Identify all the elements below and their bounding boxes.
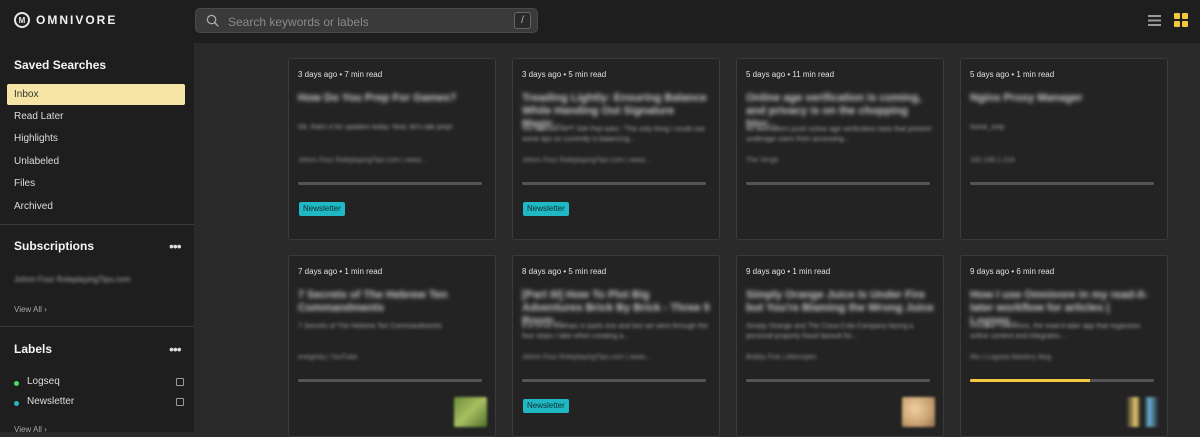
label-chip-newsletter[interactable]: Newsletter xyxy=(523,202,569,216)
sidebar-item-inbox[interactable]: Inbox xyxy=(7,84,185,105)
article-card[interactable]: 8 days ago • 5 min read [Part III] How To… xyxy=(512,255,720,437)
reading-progress-bar xyxy=(298,379,482,382)
card-meta: 3 days ago • 7 min read xyxy=(298,70,383,79)
label-checkbox[interactable] xyxy=(176,378,184,386)
top-bar: M OMNIVORE / xyxy=(0,0,1200,43)
card-author: Johnn Four RoleplayingTips.com | www... xyxy=(298,157,427,164)
card-description: Era Druid Mathias in parts one and two w… xyxy=(522,323,708,340)
card-title[interactable]: How Do You Prep For Games? xyxy=(298,92,486,105)
article-card[interactable]: 9 days ago • 6 min read How I use Omnivor… xyxy=(960,255,1168,437)
reading-progress-bar xyxy=(970,182,1154,185)
omnivore-logo-icon: M xyxy=(14,12,30,28)
label-item-logseq[interactable]: Logseq xyxy=(14,376,184,390)
reading-progress-bar xyxy=(746,379,930,382)
article-card[interactable]: 3 days ago • 7 min read How Do You Prep F… xyxy=(288,58,496,240)
article-card[interactable]: 7 days ago • 1 min read 7 Secrets of The … xyxy=(288,255,496,437)
card-description: Ok, that's it for updates today. Now, le… xyxy=(298,124,453,131)
card-author: The Verge xyxy=(746,157,779,164)
subscriptions-view-all-link[interactable]: View All › xyxy=(14,305,47,314)
saved-searches-title: Saved Searches xyxy=(14,58,107,72)
card-description: Stu Mathios RPT GM Pad asks: "The only t… xyxy=(522,126,705,143)
card-meta: 5 days ago • 1 min read xyxy=(970,70,1055,79)
card-description: 7 Secrets of The Hebrew Ten Commandments xyxy=(298,323,442,330)
sidebar-divider xyxy=(0,224,194,225)
card-author: exegetiq | YouTube xyxy=(298,354,358,361)
sidebar-item-unlabeled[interactable]: Unlabeled xyxy=(7,151,185,172)
card-meta: 3 days ago • 5 min read xyxy=(522,70,607,79)
list-view-icon[interactable] xyxy=(1148,14,1161,27)
sidebar-item-highlights[interactable]: Highlights xyxy=(7,128,185,149)
label-checkbox[interactable] xyxy=(176,398,184,406)
card-thumbnail xyxy=(902,397,935,427)
logo[interactable]: M OMNIVORE xyxy=(14,12,117,28)
sidebar-item-archived[interactable]: Archived xyxy=(7,196,185,217)
subscriptions-title: Subscriptions xyxy=(14,239,95,253)
labels-title: Labels xyxy=(14,342,53,356)
article-card[interactable]: 9 days ago • 1 min read Simply Orange Jui… xyxy=(736,255,944,437)
card-meta: 7 days ago • 1 min read xyxy=(298,267,383,276)
search-input[interactable] xyxy=(226,12,500,31)
card-description: home_only xyxy=(970,124,1005,131)
card-thumbnail xyxy=(454,397,487,427)
search-box[interactable]: / xyxy=(195,8,538,33)
sidebar: Saved Searches Inbox Read Later Highligh… xyxy=(0,43,194,434)
subscription-item[interactable]: Johnn Four RoleplayingTips.com xyxy=(14,275,131,284)
article-card[interactable]: 3 days ago • 5 min read Treading Lightly:… xyxy=(512,58,720,240)
card-title[interactable]: 7 Secrets of The Hebrew Ten Commandments xyxy=(298,289,486,315)
label-color-dot xyxy=(14,381,19,386)
card-author: Johnn Four RoleplayingTips.com | www... xyxy=(522,354,651,361)
subscriptions-more-icon[interactable]: ••• xyxy=(169,239,182,253)
card-description: Discover Omnivore, the read-it-later app… xyxy=(970,323,1141,340)
label-chip-newsletter[interactable]: Newsletter xyxy=(523,399,569,413)
labels-more-icon[interactable]: ••• xyxy=(169,342,182,356)
reading-progress-bar xyxy=(746,182,930,185)
article-card[interactable]: 5 days ago • 1 min read Nginx Proxy Manag… xyxy=(960,58,1168,240)
reading-progress-fill xyxy=(970,379,1090,382)
logo-text: OMNIVORE xyxy=(36,13,118,27)
sidebar-item-read-later[interactable]: Read Later xyxy=(7,106,185,127)
reading-progress-bar xyxy=(522,379,706,382)
card-author: Bobby Fick | Allrecipes xyxy=(746,354,817,361)
card-thumbnail xyxy=(1126,397,1159,427)
card-author: Johnn Four RoleplayingTips.com | www... xyxy=(522,157,651,164)
card-description: Simply Orange and The Coca-Cola Company … xyxy=(746,323,914,340)
labels-view-all-link[interactable]: View All › xyxy=(14,425,47,434)
search-icon xyxy=(206,14,219,27)
label-color-dot xyxy=(14,401,19,406)
label-name: Logseq xyxy=(27,376,60,387)
card-meta: 8 days ago • 5 min read xyxy=(522,267,607,276)
sidebar-item-files[interactable]: Files xyxy=(7,173,185,194)
search-shortcut-key: / xyxy=(514,12,531,29)
card-description: As lawmakers push online age verificatio… xyxy=(746,126,932,143)
card-meta: 9 days ago • 1 min read xyxy=(746,267,831,276)
card-author: 192.168.1.224 xyxy=(970,157,1015,164)
reading-progress-bar xyxy=(298,182,482,185)
reading-progress-bar xyxy=(970,379,1154,382)
card-author: Wu | Logseq Mastery blog xyxy=(970,354,1052,361)
card-title[interactable]: Simply Orange Juice Is Under Fire but Yo… xyxy=(746,289,934,315)
card-meta: 5 days ago • 11 min read xyxy=(746,70,835,79)
article-card[interactable]: 5 days ago • 11 min read Online age verif… xyxy=(736,58,944,240)
label-name: Newsletter xyxy=(27,396,75,407)
card-title[interactable]: Nginx Proxy Manager xyxy=(970,92,1158,105)
grid-view-icon[interactable] xyxy=(1174,13,1188,27)
label-chip-newsletter[interactable]: Newsletter xyxy=(299,202,345,216)
reading-progress-bar xyxy=(522,182,706,185)
sidebar-divider xyxy=(0,326,194,327)
card-meta: 9 days ago • 6 min read xyxy=(970,267,1055,276)
label-item-newsletter[interactable]: Newsletter xyxy=(14,396,184,410)
